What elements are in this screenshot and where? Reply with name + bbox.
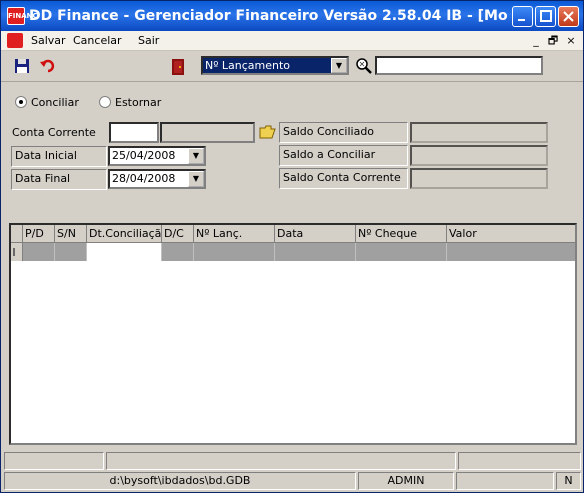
saldo-a-conciliar-field [410,145,548,166]
menu-salvar[interactable]: Salvar [31,34,66,47]
floppy-disk-icon [15,59,29,73]
chevron-down-icon[interactable]: ▼ [188,171,204,187]
saldo-conta-corrente-field [410,168,548,189]
grid-cell[interactable] [162,243,194,261]
menu-cancelar[interactable]: Cancelar [73,34,122,47]
grid-cell[interactable] [447,243,556,261]
data-final-label: Data Final [11,169,107,190]
column-header[interactable]: D/C [162,225,194,243]
saldo-conciliado-field [410,122,548,143]
movement-grid[interactable]: P/D S/N Dt.Conciliação D/C Nº Lanç. Data… [9,223,577,445]
row-indicator[interactable] [11,243,23,261]
status-panel [456,472,554,490]
exit-door-button[interactable] [169,58,189,78]
window-title: DD Finance - Gerenciador Financeiro Vers… [29,8,507,24]
grid-cell[interactable] [55,243,87,261]
grid-cell-editing[interactable] [87,243,162,261]
conta-corrente-code-input[interactable] [109,122,159,143]
grid-cell[interactable] [275,243,356,261]
saldo-a-conciliar-label: Saldo a Conciliar [279,145,408,166]
chevron-down-icon[interactable]: ▼ [331,58,347,73]
mdi-restore-button[interactable]: 🗗 [546,34,560,48]
column-header[interactable]: S/N [55,225,87,243]
status-panel [458,452,581,470]
column-header[interactable]: Data [275,225,356,243]
grid-header: P/D S/N Dt.Conciliação D/C Nº Lanç. Data… [11,225,575,243]
column-header[interactable]: Valor [447,225,556,243]
browse-conta-button[interactable] [259,124,279,144]
mdi-close-button[interactable]: × [564,34,578,48]
minimize-button[interactable] [512,6,533,27]
status-panel [106,452,456,470]
status-bar-bottom: d:\bysoft\ibdados\bd.GDB ADMIN N [4,472,581,490]
grid-cell[interactable] [356,243,447,261]
radio-conciliar-label: Conciliar [31,96,79,109]
row-cursor-icon [13,248,15,256]
table-row[interactable] [11,243,575,261]
column-header[interactable]: Dt.Conciliação [87,225,162,243]
column-header[interactable]: Nº Lanç. [194,225,275,243]
data-inicial-value: 25/04/2008 [112,149,176,162]
menu-bar: Salvar Cancelar Sair _ 🗗 × [1,31,583,51]
app-logo-icon: FINANC [7,7,38,25]
column-header[interactable]: Nº Cheque [356,225,447,243]
undo-button[interactable] [39,57,59,77]
radio-estornar-label: Estornar [115,96,162,109]
status-bar-top [4,452,581,470]
toolbar: Nº Lançamento ▼ [1,52,583,82]
search-field-select[interactable]: Nº Lançamento ▼ [201,56,349,75]
chevron-down-icon[interactable]: ▼ [188,148,204,164]
saldo-conciliado-label: Saldo Conciliado [279,122,408,143]
radio-estornar[interactable]: Estornar [99,96,161,109]
folder-open-icon [259,125,276,139]
mdi-minimize-button[interactable]: _ [529,34,543,48]
data-inicial-label: Data Inicial [11,146,107,167]
minimize-icon [518,19,525,21]
search-icon [356,58,372,74]
user-name: ADMIN [358,472,454,490]
data-inicial-picker[interactable]: 25/04/2008 ▼ [108,146,206,166]
grid-cell[interactable] [194,243,275,261]
undo-icon [40,59,55,73]
radio-indicator[interactable] [15,96,27,108]
column-header[interactable]: P/D [23,225,55,243]
grid-indicator-header [11,225,23,243]
radio-indicator[interactable] [99,96,111,108]
maximize-button[interactable] [535,6,556,27]
mode-indicator: N [556,472,581,490]
database-path: d:\bysoft\ibdados\bd.GDB [4,472,356,490]
data-final-value: 28/04/2008 [112,172,176,185]
conta-corrente-label: Conta Corrente [12,126,96,139]
search-field-select-value: Nº Lançamento [205,59,291,72]
door-icon [172,59,184,75]
maximize-icon [540,10,552,22]
conta-corrente-name-field [160,122,255,143]
title-bar[interactable]: FINANC DD Finance - Gerenciador Financei… [1,1,583,31]
grid-cell[interactable] [23,243,55,261]
main-window: FINANC DD Finance - Gerenciador Financei… [0,0,584,493]
data-final-picker[interactable]: 28/04/2008 ▼ [108,169,206,189]
menu-sair[interactable]: Sair [138,34,159,47]
status-panel [4,452,104,470]
close-icon [563,11,574,22]
radio-conciliar[interactable]: Conciliar [15,96,79,109]
document-icon[interactable] [7,33,23,48]
search-button[interactable] [355,57,375,77]
close-button[interactable] [558,6,579,27]
save-button[interactable] [13,57,33,77]
saldo-conta-corrente-label: Saldo Conta Corrente [279,168,408,189]
search-input[interactable] [375,56,543,75]
